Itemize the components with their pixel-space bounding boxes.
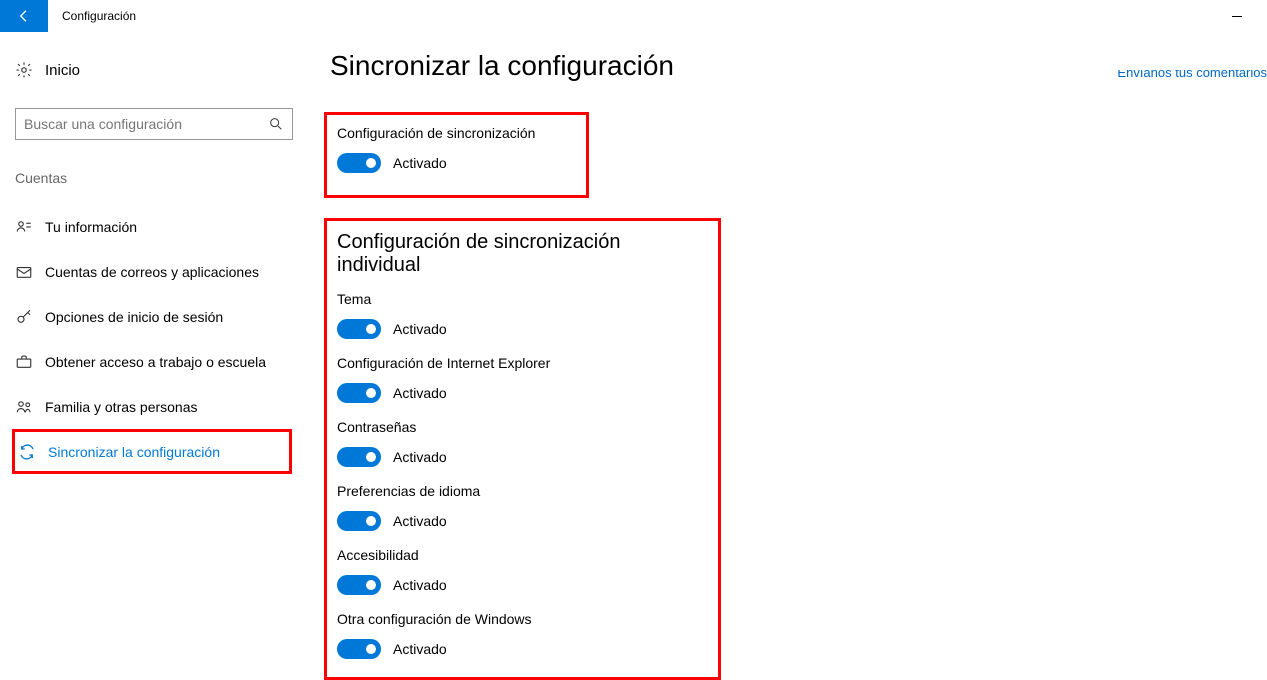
sidebar-item-signin-options[interactable]: Opciones de inicio de sesión (15, 294, 300, 339)
sidebar-item-sync-settings[interactable]: Sincronizar la configuración (12, 429, 292, 474)
toggle-state: Activado (393, 385, 447, 401)
toggle-state: Activado (393, 513, 447, 529)
sync-settings-toggle-row: Activado (337, 153, 576, 173)
toggle-item-theme: Tema Activado (337, 291, 708, 339)
sync-icon (18, 443, 48, 461)
person-card-icon (15, 218, 45, 236)
sidebar-item-email-accounts[interactable]: Cuentas de correos y aplicaciones (15, 249, 300, 294)
sync-settings-section: Configuración de sincronización Activado (324, 112, 589, 198)
toggle-item-accessibility: Accesibilidad Activado (337, 547, 708, 595)
sidebar-item-label: Sincronizar la configuración (48, 444, 220, 460)
nav-list: Tu información Cuentas de correos y apli… (15, 204, 300, 474)
passwords-toggle[interactable] (337, 447, 381, 467)
toggle-row: Activado (337, 447, 708, 467)
toggle-state: Activado (393, 577, 447, 593)
accessibility-toggle[interactable] (337, 575, 381, 595)
section-label: Cuentas (15, 170, 300, 186)
toggle-row: Activado (337, 575, 708, 595)
sync-settings-state: Activado (393, 155, 447, 171)
toggle-label: Preferencias de idioma (337, 483, 708, 499)
toggle-label: Otra configuración de Windows (337, 611, 708, 627)
individual-sync-section: Configuración de sincronización individu… (324, 218, 721, 680)
home-button[interactable]: Inicio (15, 50, 300, 90)
theme-toggle[interactable] (337, 319, 381, 339)
key-icon (15, 308, 45, 326)
sidebar-item-label: Opciones de inicio de sesión (45, 309, 223, 325)
toggle-item-language: Preferencias de idioma Activado (337, 483, 708, 531)
sidebar-item-label: Tu información (45, 219, 137, 235)
sidebar-item-label: Cuentas de correos y aplicaciones (45, 264, 259, 280)
toggle-knob (366, 158, 376, 168)
toggle-knob (366, 580, 376, 590)
content-area: Envíanos tus comentarios Sincronizar la … (300, 50, 1267, 680)
sync-settings-toggle[interactable] (337, 153, 381, 173)
toggle-row: Activado (337, 319, 708, 339)
sidebar-item-label: Obtener acceso a trabajo o escuela (45, 354, 266, 370)
other-windows-toggle[interactable] (337, 639, 381, 659)
titlebar: Configuración (0, 0, 1267, 32)
page-title: Sincronizar la configuración (330, 50, 1237, 82)
home-label: Inicio (45, 62, 80, 79)
sync-settings-label: Configuración de sincronización (337, 125, 576, 141)
arrow-left-icon (16, 8, 32, 24)
toggle-knob (366, 388, 376, 398)
briefcase-icon (15, 353, 45, 371)
toggle-label: Accesibilidad (337, 547, 708, 563)
sidebar-item-family[interactable]: Familia y otras personas (15, 384, 300, 429)
sidebar-item-label: Familia y otras personas (45, 399, 198, 415)
mail-icon (15, 263, 45, 281)
sidebar-item-your-info[interactable]: Tu información (15, 204, 300, 249)
toggle-knob (366, 516, 376, 526)
toggle-row: Activado (337, 511, 708, 531)
toggle-state: Activado (393, 641, 447, 657)
toggle-knob (366, 324, 376, 334)
gear-icon (15, 61, 45, 79)
app-title: Configuración (62, 9, 136, 23)
minimize-icon (1232, 16, 1242, 17)
minimize-button[interactable] (1217, 0, 1257, 32)
feedback-link[interactable]: Envíanos tus comentarios (1117, 70, 1267, 80)
toggle-row: Activado (337, 383, 708, 403)
toggle-item-ie: Configuración de Internet Explorer Activ… (337, 355, 708, 403)
sidebar: Inicio Cuentas Tu información Cuentas de… (0, 50, 300, 680)
people-icon (15, 398, 45, 416)
toggle-knob (366, 644, 376, 654)
sidebar-item-work-school[interactable]: Obtener acceso a trabajo o escuela (15, 339, 300, 384)
toggle-knob (366, 452, 376, 462)
toggle-row: Activado (337, 639, 708, 659)
toggle-item-passwords: Contraseñas Activado (337, 419, 708, 467)
toggle-label: Contraseñas (337, 419, 708, 435)
search-icon (268, 116, 284, 132)
language-toggle[interactable] (337, 511, 381, 531)
toggle-state: Activado (393, 321, 447, 337)
toggle-label: Tema (337, 291, 708, 307)
workspace: Inicio Cuentas Tu información Cuentas de… (0, 32, 1267, 680)
toggle-item-other-windows: Otra configuración de Windows Activado (337, 611, 708, 659)
toggle-state: Activado (393, 449, 447, 465)
search-input[interactable] (24, 116, 268, 132)
ie-toggle[interactable] (337, 383, 381, 403)
toggle-label: Configuración de Internet Explorer (337, 355, 708, 371)
back-button[interactable] (0, 0, 48, 32)
individual-sync-title: Configuración de sincronización individu… (337, 231, 708, 277)
search-box[interactable] (15, 108, 293, 140)
